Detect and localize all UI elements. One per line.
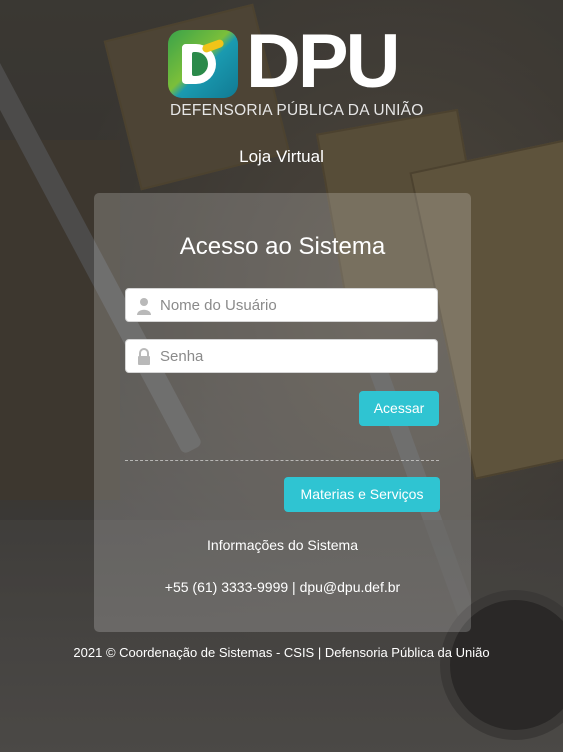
user-icon	[137, 298, 151, 315]
divider	[125, 460, 439, 461]
store-title: Loja Virtual	[239, 147, 324, 166]
dpu-logo-mark	[168, 30, 238, 98]
logo-text: DPU	[246, 19, 400, 104]
contact-info: +55 (61) 3333-9999 | dpu@dpu.def.br	[164, 579, 401, 595]
login-panel: Acesso ao Sistema Acessar Materias e Ser…	[94, 193, 471, 632]
login-title: Acesso ao Sistema	[179, 233, 386, 260]
dpu-logo: DPU DEFENSORIA PÚBLICA DA UNIÃO	[168, 20, 423, 120]
password-field[interactable]	[125, 339, 438, 373]
logo-subtitle: DEFENSORIA PÚBLICA DA UNIÃO	[170, 102, 424, 119]
materials-services-button[interactable]: Materias e Serviços	[284, 477, 440, 512]
username-input[interactable]	[160, 289, 430, 321]
username-field[interactable]	[125, 288, 438, 322]
password-input[interactable]	[160, 340, 430, 372]
system-info-link[interactable]: Informações do Sistema	[94, 537, 471, 553]
lock-icon	[138, 348, 150, 365]
footer-text: 2021 © Coordenação de Sistemas - CSIS | …	[73, 645, 490, 660]
login-button[interactable]: Acessar	[359, 391, 439, 426]
